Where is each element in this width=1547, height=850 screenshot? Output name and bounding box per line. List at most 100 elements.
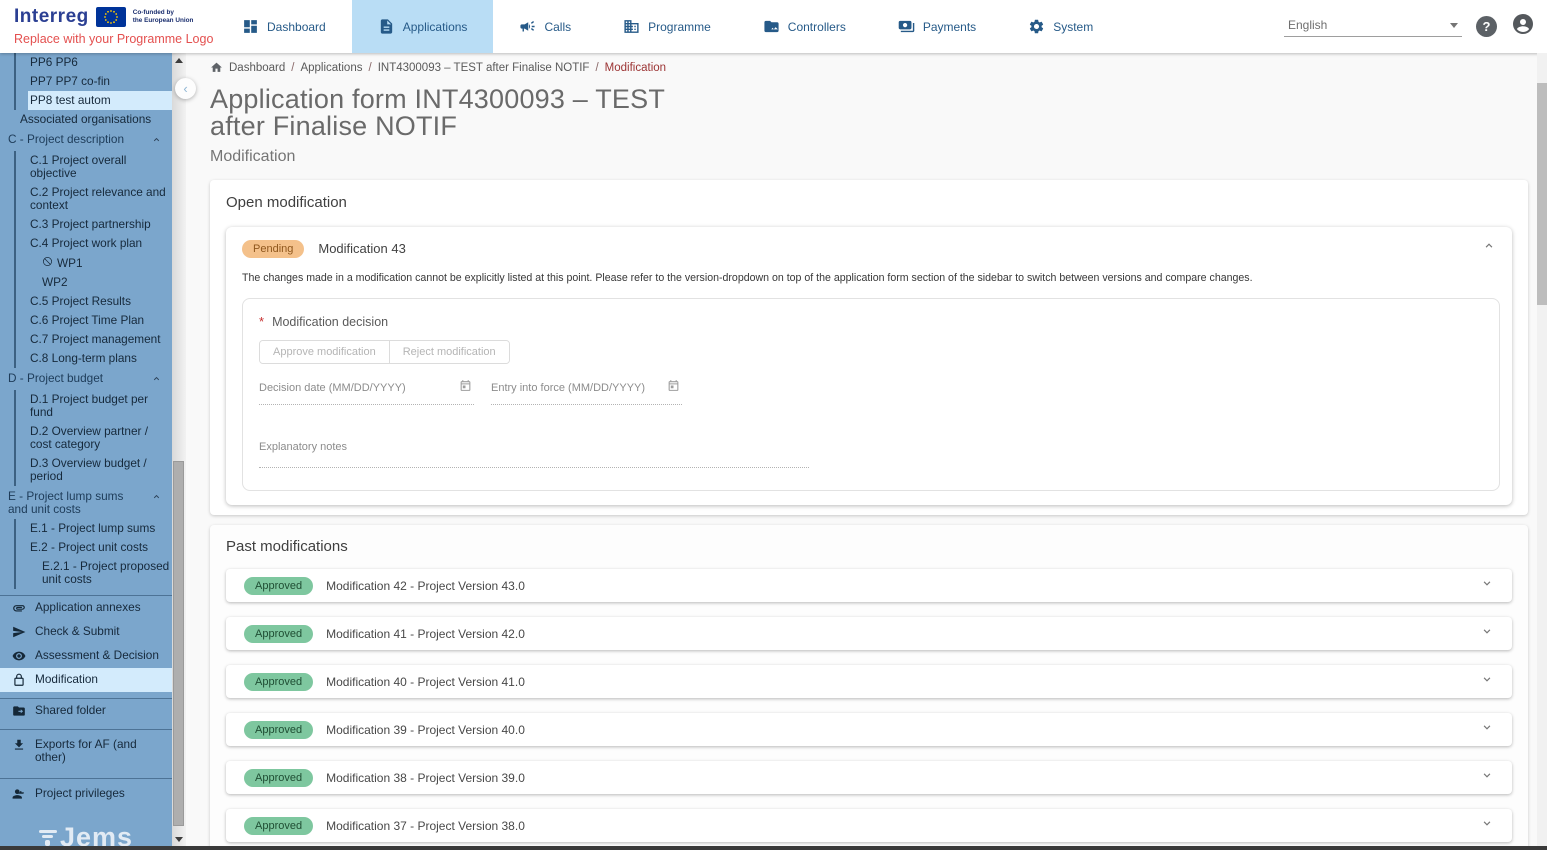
modification-row[interactable]: Approved Modification 37 - Project Versi… xyxy=(226,809,1512,842)
sidebar-item-e2[interactable]: E.2 - Project unit costs xyxy=(28,538,172,557)
entry-into-force-field[interactable]: Entry into force (MM/DD/YYYY) xyxy=(491,379,682,405)
sidebar-section-c-header[interactable]: C - Project description xyxy=(0,129,172,151)
sidebar-item-check-submit[interactable]: Check & Submit xyxy=(0,620,172,644)
main-nav: Dashboard Applications Calls Programme C… xyxy=(216,0,1119,53)
modification-info-text: The changes made in a modification canno… xyxy=(242,272,1496,284)
page-title: Application form INT4300093 – TEST after… xyxy=(210,86,710,140)
scrollbar-down-icon[interactable] xyxy=(172,833,186,845)
logo-placeholder-text: Replace with your Programme Logo xyxy=(14,32,206,46)
modification-row[interactable]: Approved Modification 41 - Project Versi… xyxy=(226,617,1512,650)
sidebar-item-c3[interactable]: C.3 Project partnership xyxy=(28,215,172,234)
past-modifications-heading: Past modifications xyxy=(226,538,1512,555)
account-icon[interactable] xyxy=(1511,12,1535,41)
calendar-icon[interactable] xyxy=(459,379,472,397)
section-d-group: D.1 Project budget per fund D.2 Overview… xyxy=(14,390,172,486)
eye-icon xyxy=(12,649,26,663)
breadcrumb-modification[interactable]: Modification xyxy=(605,62,666,74)
sidebar-item-wp2[interactable]: WP2 xyxy=(28,273,172,292)
chevron-down-icon[interactable] xyxy=(1480,720,1494,739)
modification-43-header[interactable]: Pending Modification 43 xyxy=(242,239,1496,258)
chevron-down-icon[interactable] xyxy=(1480,672,1494,691)
chevron-down-icon[interactable] xyxy=(1480,624,1494,643)
sidebar-item-wp1[interactable]: WP1 xyxy=(28,253,172,273)
sidebar-item-d1[interactable]: D.1 Project budget per fund xyxy=(28,390,172,422)
approve-modification-button[interactable]: Approve modification xyxy=(260,341,389,363)
nav-payments[interactable]: Payments xyxy=(872,0,1002,53)
nav-calls[interactable]: Calls xyxy=(493,0,597,53)
chevron-down-icon xyxy=(1450,23,1458,28)
programme-logo: Interreg Co-funded bythe European Union … xyxy=(0,0,216,53)
breadcrumb-project[interactable]: INT4300093 – TEST after Finalise NOTIF xyxy=(378,62,590,74)
window-bottom-edge xyxy=(0,846,1547,850)
nav-applications[interactable]: Applications xyxy=(352,0,494,53)
payments-icon xyxy=(898,18,915,35)
blocked-icon xyxy=(42,256,53,270)
help-icon[interactable]: ? xyxy=(1476,16,1497,37)
sidebar-item-pp7[interactable]: PP7 PP7 co-fin xyxy=(28,72,172,91)
home-icon[interactable] xyxy=(210,61,223,74)
calendar-icon[interactable] xyxy=(667,379,680,397)
sidebar-item-c4[interactable]: C.4 Project work plan xyxy=(28,234,172,253)
breadcrumb-dashboard[interactable]: Dashboard xyxy=(229,62,285,74)
sidebar-item-e1[interactable]: E.1 - Project lump sums xyxy=(28,519,172,538)
reject-modification-button[interactable]: Reject modification xyxy=(389,341,509,363)
status-badge-approved: Approved xyxy=(244,625,313,643)
folder-icon xyxy=(12,704,26,718)
sidebar-item-modification[interactable]: Modification xyxy=(0,668,172,692)
chevron-up-icon xyxy=(151,134,162,148)
modification-row[interactable]: Approved Modification 38 - Project Versi… xyxy=(226,761,1512,794)
page-scrollbar[interactable] xyxy=(1537,53,1547,846)
calls-icon xyxy=(519,18,536,35)
sidebar-section-e-header[interactable]: E - Project lump sums and unit costs xyxy=(0,486,172,519)
collapse-panel-icon[interactable] xyxy=(1482,239,1496,258)
sidebar-item-pp6[interactable]: PP6 PP6 xyxy=(28,53,172,72)
status-badge-approved: Approved xyxy=(244,769,313,787)
sidebar-item-e21[interactable]: E.2.1 - Project proposed unit costs xyxy=(28,557,172,589)
open-modification-heading: Open modification xyxy=(226,194,1512,211)
language-select[interactable]: English xyxy=(1284,16,1462,37)
modification-43-panel: Pending Modification 43 The changes made… xyxy=(226,227,1512,505)
nav-dashboard[interactable]: Dashboard xyxy=(216,0,352,53)
chevron-down-icon[interactable] xyxy=(1480,816,1494,835)
chevron-down-icon[interactable] xyxy=(1480,768,1494,787)
chevron-down-icon[interactable] xyxy=(1480,576,1494,595)
explanatory-notes-input[interactable]: Explanatory notes xyxy=(259,437,809,468)
sidebar-item-project-privileges[interactable]: Project privileges xyxy=(0,779,172,806)
chevron-up-icon xyxy=(151,491,162,505)
sidebar-collapse-button[interactable]: ‹ xyxy=(175,78,196,99)
section-e-group: E.1 - Project lump sums E.2 - Project un… xyxy=(14,519,172,589)
system-icon xyxy=(1028,18,1045,35)
sidebar-item-c8[interactable]: C.8 Long-term plans xyxy=(28,349,172,368)
sidebar-item-associated-organisations[interactable]: Associated organisations xyxy=(0,110,172,129)
sidebar-scrollbar[interactable] xyxy=(172,53,186,846)
sidebar-item-pp8[interactable]: PP8 test autom xyxy=(28,91,172,110)
sidebar-item-assessment-decision[interactable]: Assessment & Decision xyxy=(0,644,172,668)
nav-controllers[interactable]: Controllers xyxy=(737,0,872,53)
jems-logo: Jems A harmonised tool by Interact xyxy=(0,806,172,846)
decision-date-field[interactable]: Decision date (MM/DD/YYYY) xyxy=(259,379,474,405)
sidebar-item-c6[interactable]: C.6 Project Time Plan xyxy=(28,311,172,330)
sidebar-section-d-header[interactable]: D - Project budget xyxy=(0,368,172,390)
sidebar-item-d3[interactable]: D.3 Overview budget / period xyxy=(28,454,172,486)
modification-row[interactable]: Approved Modification 39 - Project Versi… xyxy=(226,713,1512,746)
eu-flag-icon xyxy=(96,7,126,27)
page-scrollbar-thumb[interactable] xyxy=(1537,83,1547,305)
sidebar-item-exports[interactable]: Exports for AF (and other) xyxy=(0,730,172,772)
lock-icon xyxy=(12,673,26,687)
sidebar-scrollbar-thumb[interactable] xyxy=(173,461,184,826)
main-content: Dashboard / Applications / INT4300093 – … xyxy=(186,53,1537,846)
modification-row[interactable]: Approved Modification 42 - Project Versi… xyxy=(226,569,1512,602)
modification-row[interactable]: Approved Modification 40 - Project Versi… xyxy=(226,665,1512,698)
scrollbar-up-icon[interactable] xyxy=(172,54,186,66)
nav-programme[interactable]: Programme xyxy=(597,0,737,53)
breadcrumb-applications[interactable]: Applications xyxy=(300,62,362,74)
sidebar-item-shared-folder[interactable]: Shared folder xyxy=(0,699,172,723)
sidebar-item-c5[interactable]: C.5 Project Results xyxy=(28,292,172,311)
sidebar-item-d2[interactable]: D.2 Overview partner / cost category xyxy=(28,422,172,454)
sidebar-item-application-annexes[interactable]: Application annexes xyxy=(0,596,172,620)
status-badge-approved: Approved xyxy=(244,721,313,739)
sidebar-item-c2[interactable]: C.2 Project relevance and context xyxy=(28,183,172,215)
sidebar-item-c1[interactable]: C.1 Project overall objective xyxy=(28,151,172,183)
sidebar-item-c7[interactable]: C.7 Project management xyxy=(28,330,172,349)
nav-system[interactable]: System xyxy=(1002,0,1119,53)
